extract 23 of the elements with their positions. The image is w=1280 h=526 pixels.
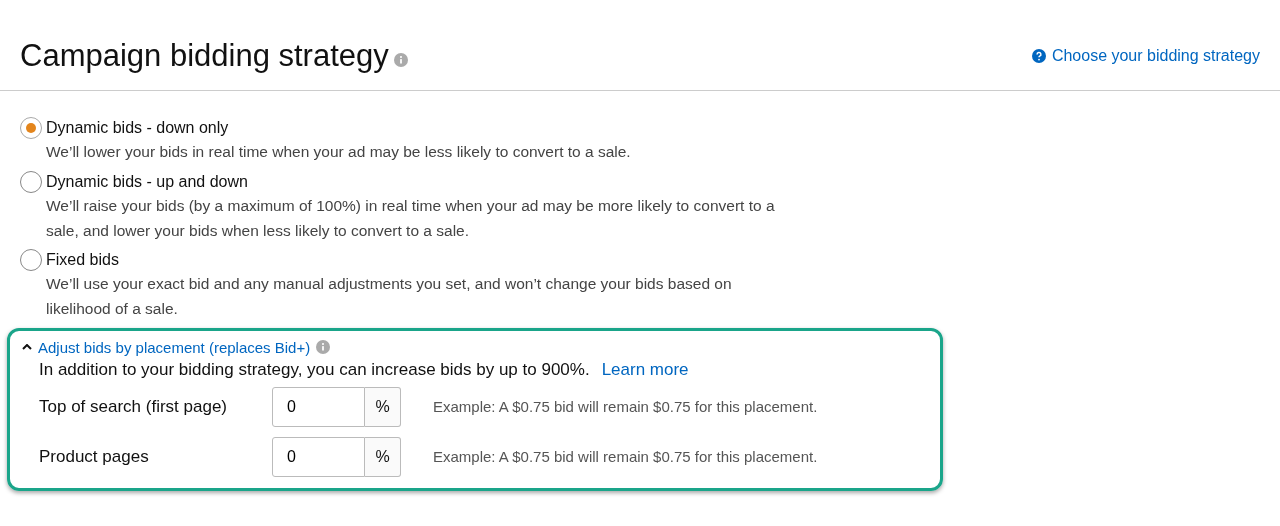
- example-text: Example: A $0.75 bid will remain $0.75 for this placement.: [433, 398, 818, 416]
- option-description: We’ll raise your bids (by a maximum of 100%) in real time when your ad may be more likely to convert to a sale, and lower your bids when less likely to convert to a sale.: [46, 195, 776, 241]
- example-text: Example: A $0.75 bid will remain $0.75 for this placement.: [433, 448, 818, 466]
- caret-icon[interactable]: [22, 344, 32, 351]
- percent-unit: %: [365, 387, 401, 427]
- help-link[interactable]: Choose your bidding strategy: [1031, 47, 1260, 65]
- page-title: Campaign bidding strategy: [20, 38, 389, 74]
- option-label[interactable]: Dynamic bids - up and down: [46, 172, 786, 191]
- option-description: We’ll lower your bids in real time when your ad may be less likely to convert to a sale.: [46, 142, 631, 162]
- info-icon[interactable]: [316, 340, 331, 355]
- percent-input[interactable]: 0: [272, 437, 365, 477]
- percent-input[interactable]: 0: [272, 387, 365, 427]
- option-label[interactable]: Dynamic bids - down only: [46, 119, 631, 137]
- option-label[interactable]: Fixed bids: [46, 251, 786, 270]
- help-icon: [1031, 49, 1046, 63]
- placement-label: Product pages: [39, 447, 150, 467]
- section-toggle-link[interactable]: Adjust bids by placement (replaces Bid+): [38, 339, 311, 356]
- learn-more-link[interactable]: Learn more: [601, 360, 689, 380]
- placement-label: Top of search (first page): [39, 397, 229, 417]
- section-description: In addition to your bidding strategy, you can increase bids by up to 900%.: [39, 360, 590, 380]
- info-icon[interactable]: [393, 53, 408, 67]
- option-description: We’ll use your exact bid and any manual adjustments you set, and won’t change your bids based on likelihood of a sale.: [46, 274, 733, 320]
- percent-unit: %: [365, 437, 401, 477]
